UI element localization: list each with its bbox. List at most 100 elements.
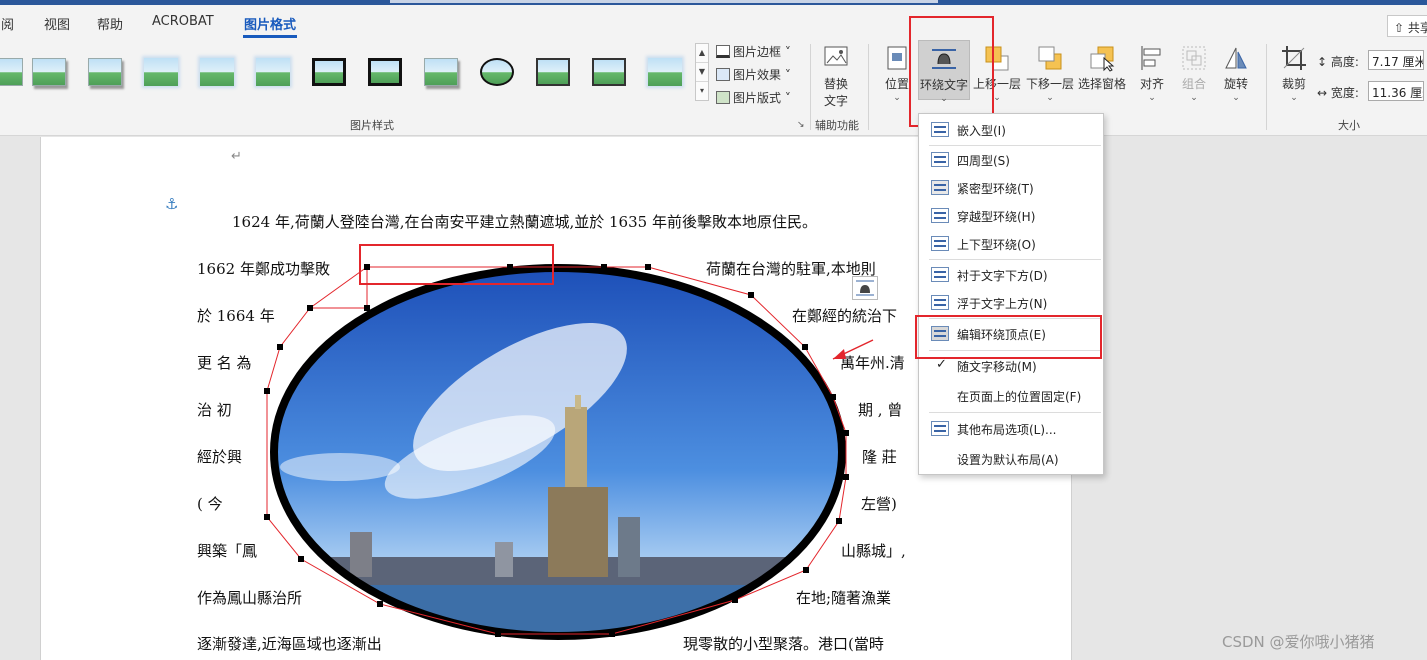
group-label-accessibility: 辅助功能 [815, 119, 859, 132]
gallery-scroll[interactable]: ▲ ▼ ▾ [695, 43, 709, 101]
style-thumb-10[interactable] [477, 55, 517, 89]
through-icon [931, 208, 949, 223]
crop-button[interactable]: 裁剪 ⌄ [1280, 44, 1308, 103]
rotate-button[interactable]: 旋转 ⌄ [1222, 44, 1250, 103]
chevron-down-icon: ⌄ [1190, 93, 1198, 103]
rotate-label: 旋转 [1223, 77, 1248, 91]
width-label: ↔ 宽度: [1317, 84, 1359, 101]
dialog-launcher-icon[interactable]: ↘ [797, 120, 805, 130]
style-thumb-8[interactable] [365, 55, 405, 89]
highlight-top-edge [359, 244, 554, 285]
height-label: ↕ 高度: [1317, 53, 1359, 70]
picture-border-label: 图片边框 [733, 45, 782, 59]
style-thumb-2[interactable] [29, 55, 69, 89]
width-input[interactable]: 11.36 厘米 [1368, 81, 1424, 101]
ribbon: ▲ ▼ ▾ 图片边框 ˅ 图片效果 ˅ 图片版式 ˅ 图片样式 ↘ 替换 文字 … [0, 40, 1427, 136]
style-thumb-5[interactable] [197, 55, 237, 89]
gallery-more-icon[interactable]: ▾ [696, 82, 708, 101]
chevron-down-icon: ⌄ [1232, 93, 1240, 103]
tab-help[interactable]: 帮助 [97, 14, 123, 33]
share-label: 共享 [1407, 21, 1427, 35]
top-bottom-icon [931, 236, 949, 251]
menu-label: 紧密型环绕(T) [957, 182, 1034, 196]
send-backward-icon [1036, 44, 1064, 72]
rotate-icon [1222, 44, 1250, 72]
menu-label: 在页面上的位置固定(F) [957, 390, 1082, 404]
menu-item-through[interactable]: 穿越型环绕(H) [919, 203, 1103, 229]
style-thumb-7[interactable] [309, 55, 349, 89]
menu-label: 上下型环绕(O) [957, 238, 1036, 252]
menu-label: 随文字移动(M) [957, 360, 1037, 374]
send-backward-button[interactable]: 下移一层 ⌄ [1026, 44, 1074, 103]
selection-pane-icon [1088, 44, 1116, 72]
chevron-down-icon: ⌄ [1148, 93, 1156, 103]
style-thumb-13[interactable] [645, 55, 685, 89]
position-button[interactable]: 位置 ⌄ [883, 44, 911, 103]
search-box[interactable] [390, 0, 938, 3]
picture-border-icon [716, 45, 730, 58]
menu-item-fix-position[interactable]: 在页面上的位置固定(F) [919, 383, 1103, 409]
style-thumb-3[interactable] [85, 55, 125, 89]
style-thumb-6[interactable] [253, 55, 293, 89]
group-label-picture-styles: 图片样式 [350, 119, 394, 132]
style-thumb-11[interactable] [533, 55, 573, 89]
check-icon: ✓ [936, 357, 947, 372]
height-input[interactable]: 7.17 厘米 [1368, 50, 1424, 70]
tab-review[interactable]: 审阅 [0, 14, 14, 33]
menu-label: 衬于文字下方(D) [957, 269, 1048, 283]
send-backward-label: 下移一层 [1026, 77, 1075, 91]
group-objects-label: 组合 [1181, 77, 1206, 91]
gallery-down-icon[interactable]: ▼ [696, 63, 708, 82]
in-front-of-text-icon [931, 295, 949, 310]
menu-item-set-default[interactable]: 设置为默认布局(A) [919, 446, 1103, 472]
tab-view[interactable]: 视图 [44, 14, 70, 33]
chevron-down-icon: ⌄ [893, 93, 901, 103]
menu-item-top-bottom[interactable]: 上下型环绕(O) [919, 231, 1103, 257]
picture-effects-button[interactable]: 图片效果 ˅ [716, 66, 791, 86]
position-label: 位置 [884, 77, 909, 91]
highlight-wrap-text [909, 16, 994, 127]
menu-label: 四周型(S) [957, 154, 1010, 168]
picture-layout-button[interactable]: 图片版式 ˅ [716, 89, 791, 109]
style-thumb-9[interactable] [421, 55, 461, 89]
layout-options-icon [931, 421, 949, 436]
align-icon [1138, 44, 1166, 72]
watermark: CSDN @爱你哦小猪猪 [1222, 633, 1375, 651]
menu-label: 嵌入型(I) [957, 124, 1006, 138]
style-thumb-1[interactable] [0, 55, 26, 89]
picture-effects-icon [716, 68, 730, 81]
group-objects-button[interactable]: 组合 ⌄ [1180, 44, 1208, 103]
highlight-edit-wrap-points [915, 315, 1102, 359]
menu-item-in-front-of-text[interactable]: 浮于文字上方(N) [919, 290, 1103, 316]
menu-label: 其他布局选项(L)... [957, 423, 1057, 437]
chevron-down-icon: ⌄ [1046, 93, 1054, 103]
behind-text-icon [931, 267, 949, 282]
wrap-text-menu: 嵌入型(I) 四周型(S) 紧密型环绕(T) 穿越型环绕(H) 上下型环绕(O)… [918, 113, 1104, 475]
alt-text-button[interactable]: 替换 文字 [822, 44, 850, 109]
style-thumb-12[interactable] [589, 55, 629, 89]
share-icon: ⇧ [1394, 21, 1408, 35]
separator [810, 44, 811, 130]
menu-item-square[interactable]: 四周型(S) [919, 147, 1103, 173]
crop-icon [1280, 44, 1308, 72]
menu-separator [929, 145, 1101, 146]
menu-item-behind-text[interactable]: 衬于文字下方(D) [919, 262, 1103, 288]
group-label-size: 大小 [1338, 119, 1360, 132]
share-button[interactable]: ⇧ 共享 [1387, 15, 1427, 37]
style-thumb-4[interactable] [141, 55, 181, 89]
alt-text-label-2: 文字 [823, 94, 848, 108]
chevron-down-icon: ⌄ [1290, 93, 1298, 103]
tab-picture-format[interactable]: 图片格式 [242, 14, 298, 38]
align-button[interactable]: 对齐 ⌄ [1138, 44, 1166, 103]
alt-text-label-1: 替换 [823, 77, 848, 91]
selection-pane-button[interactable]: 选择窗格 [1078, 44, 1126, 92]
picture-border-button[interactable]: 图片边框 ˅ [716, 43, 791, 63]
menu-item-more-layout-options[interactable]: 其他布局选项(L)... [919, 416, 1103, 442]
gallery-up-icon[interactable]: ▲ [696, 44, 708, 63]
menu-item-tight[interactable]: 紧密型环绕(T) [919, 175, 1103, 201]
tab-acrobat[interactable]: ACROBAT [152, 14, 214, 29]
word-window: { "tabs": [ {"label": "审阅"}, {"label": "… [0, 0, 1427, 660]
menu-item-inline[interactable]: 嵌入型(I) [919, 117, 1103, 143]
picture-layout-icon [716, 91, 730, 104]
tight-icon [931, 180, 949, 195]
